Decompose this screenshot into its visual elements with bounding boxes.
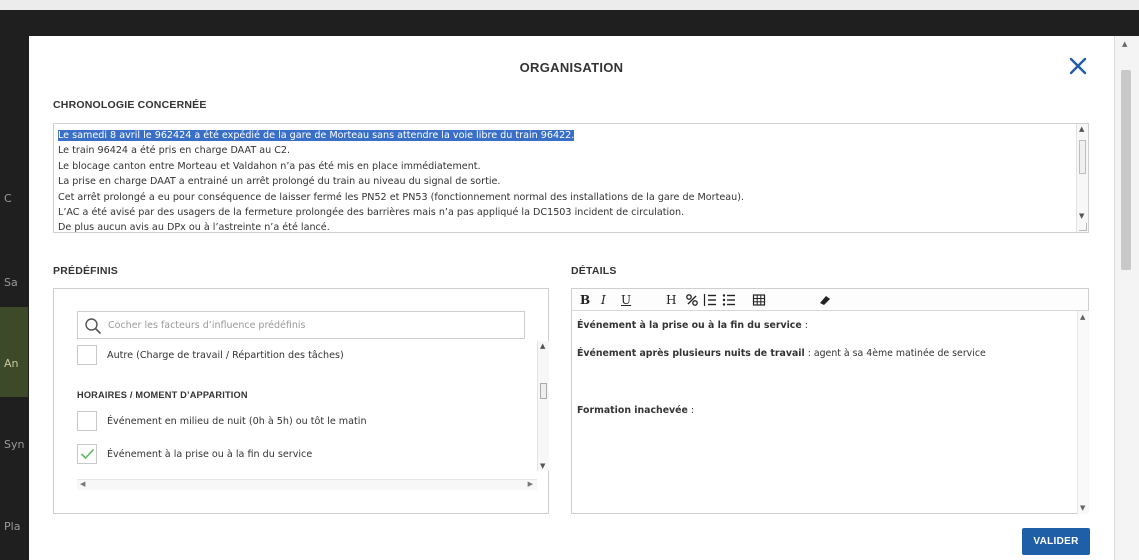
checkmark-icon xyxy=(80,448,95,460)
list-item-label: Événement à la prise ou à la fin du serv… xyxy=(107,448,313,460)
scroll-up-arrow-icon[interactable]: ▲ xyxy=(1080,313,1085,321)
predefinis-scrollbar[interactable]: ▲ ▼ xyxy=(537,341,549,471)
checkbox[interactable] xyxy=(77,345,97,365)
details-label: DÉTAILS xyxy=(571,265,617,277)
search-icon xyxy=(85,318,101,334)
italic-button[interactable]: I xyxy=(601,292,606,308)
editor-toolbar: B I U H xyxy=(572,289,1088,311)
scroll-right-arrow-icon[interactable]: ▶ xyxy=(528,480,533,488)
eraser-icon xyxy=(820,296,830,305)
list-item-label: Autre (Charge de travail / Répartition d… xyxy=(107,349,344,361)
link-icon xyxy=(686,294,698,306)
checkbox[interactable] xyxy=(77,411,97,431)
scroll-down-arrow-icon[interactable]: ▼ xyxy=(1079,212,1084,220)
list-item-label: Événement en milieu de nuit (0h à 5h) ou… xyxy=(107,415,367,427)
chronologie-label: CHRONOLOGIE CONCERNÉE xyxy=(53,99,207,111)
heading-button[interactable]: H xyxy=(666,292,676,308)
editor-scrollbar[interactable]: ▲ ▼ xyxy=(1077,311,1089,514)
scroll-up-arrow-icon[interactable]: ▲ xyxy=(1122,40,1127,48)
bullet-list-icon xyxy=(722,294,735,306)
category-heading: HORAIRES / MOMENT D’APPARITION xyxy=(77,390,248,400)
scrollbar-thumb[interactable] xyxy=(540,383,547,399)
details-editor: B I U H Événement à la prise ou à la fin… xyxy=(571,288,1089,514)
chronologie-scrollbar[interactable]: ▲ ▼ xyxy=(1076,124,1088,232)
organisation-modal: ORGANISATION CHRONOLOGIE CONCERNÉE Le sa… xyxy=(29,36,1114,560)
scroll-down-arrow-icon[interactable]: ▼ xyxy=(540,462,545,470)
sidebar-label: Pla xyxy=(4,520,21,533)
chronologie-line: De plus aucun avis au DPx ou à l’astrein… xyxy=(58,222,330,233)
bullet-list-button[interactable] xyxy=(722,293,736,309)
chronologie-line: Cet arrêt prolongé a eu pour conséquence… xyxy=(58,191,745,203)
predefinis-search[interactable] xyxy=(77,311,525,339)
browser-top-bar xyxy=(0,0,1139,10)
resize-grip-icon[interactable] xyxy=(1079,223,1087,231)
search-input[interactable] xyxy=(108,316,508,334)
checkbox-checked[interactable] xyxy=(77,444,97,464)
predefinis-label: PRÉDÉFINIS xyxy=(53,265,119,277)
scroll-down-arrow-icon[interactable]: ▼ xyxy=(1080,504,1085,512)
list-item[interactable]: Événement à la prise ou à la fin du serv… xyxy=(77,444,312,464)
sidebar-label: C xyxy=(4,192,12,205)
scroll-left-arrow-icon[interactable]: ◀ xyxy=(80,480,85,488)
close-icon[interactable] xyxy=(1066,54,1090,78)
table-button[interactable] xyxy=(752,293,766,309)
page-scrollbar[interactable]: ▲ xyxy=(1114,36,1139,560)
sidebar-active-item xyxy=(0,307,28,397)
predefinis-horizontal-scrollbar[interactable]: ◀ ▶ xyxy=(77,479,537,490)
chronologie-line: La prise en charge DAAT a entrainé un ar… xyxy=(58,176,501,188)
validate-button[interactable]: VALIDER xyxy=(1022,528,1090,555)
chronologie-textarea[interactable]: Le samedi 8 avril le 962424 a été expédi… xyxy=(53,123,1089,233)
chronologie-line: Le train 96424 a été pris en charge DAAT… xyxy=(58,145,291,157)
sidebar-label: An xyxy=(4,357,19,370)
bold-button[interactable]: B xyxy=(580,292,590,308)
ordered-list-button[interactable] xyxy=(703,293,717,309)
predefinis-panel: Autre (Charge de travail / Répartition d… xyxy=(53,288,549,514)
predefinis-list: Autre (Charge de travail / Répartition d… xyxy=(77,341,539,479)
clear-format-button[interactable] xyxy=(818,293,832,309)
chronologie-line: L’AC a été avisé par des usagers de la f… xyxy=(58,207,685,219)
link-button[interactable] xyxy=(685,293,699,309)
list-item[interactable]: Autre (Charge de travail / Répartition d… xyxy=(77,345,344,365)
editor-paragraph: Événement après plusieurs nuits de trava… xyxy=(577,348,986,359)
scrollbar-thumb[interactable] xyxy=(1079,140,1086,174)
sidebar-label: Syn xyxy=(4,438,25,451)
ordered-list-icon xyxy=(703,294,716,306)
editor-paragraph: Événement à la prise ou à la fin du serv… xyxy=(577,320,808,331)
table-icon xyxy=(752,294,766,306)
chronologie-line: Le blocage canton entre Morteau et Valda… xyxy=(58,160,481,172)
scroll-up-arrow-icon[interactable]: ▲ xyxy=(1079,125,1084,133)
details-editor-body[interactable]: Événement à la prise ou à la fin du serv… xyxy=(572,311,1077,514)
chronologie-line: Le samedi 8 avril le 962424 a été expédi… xyxy=(58,130,575,141)
close-button[interactable] xyxy=(1066,54,1090,78)
modal-title: ORGANISATION xyxy=(519,60,624,75)
editor-paragraph: Formation inachevée : xyxy=(577,405,695,416)
scrollbar-thumb[interactable] xyxy=(1121,70,1131,270)
sidebar-label: Sa xyxy=(4,276,18,289)
list-item[interactable]: Événement en milieu de nuit (0h à 5h) ou… xyxy=(77,411,367,431)
scroll-up-arrow-icon[interactable]: ▲ xyxy=(540,342,545,350)
underline-button[interactable]: U xyxy=(621,292,631,308)
